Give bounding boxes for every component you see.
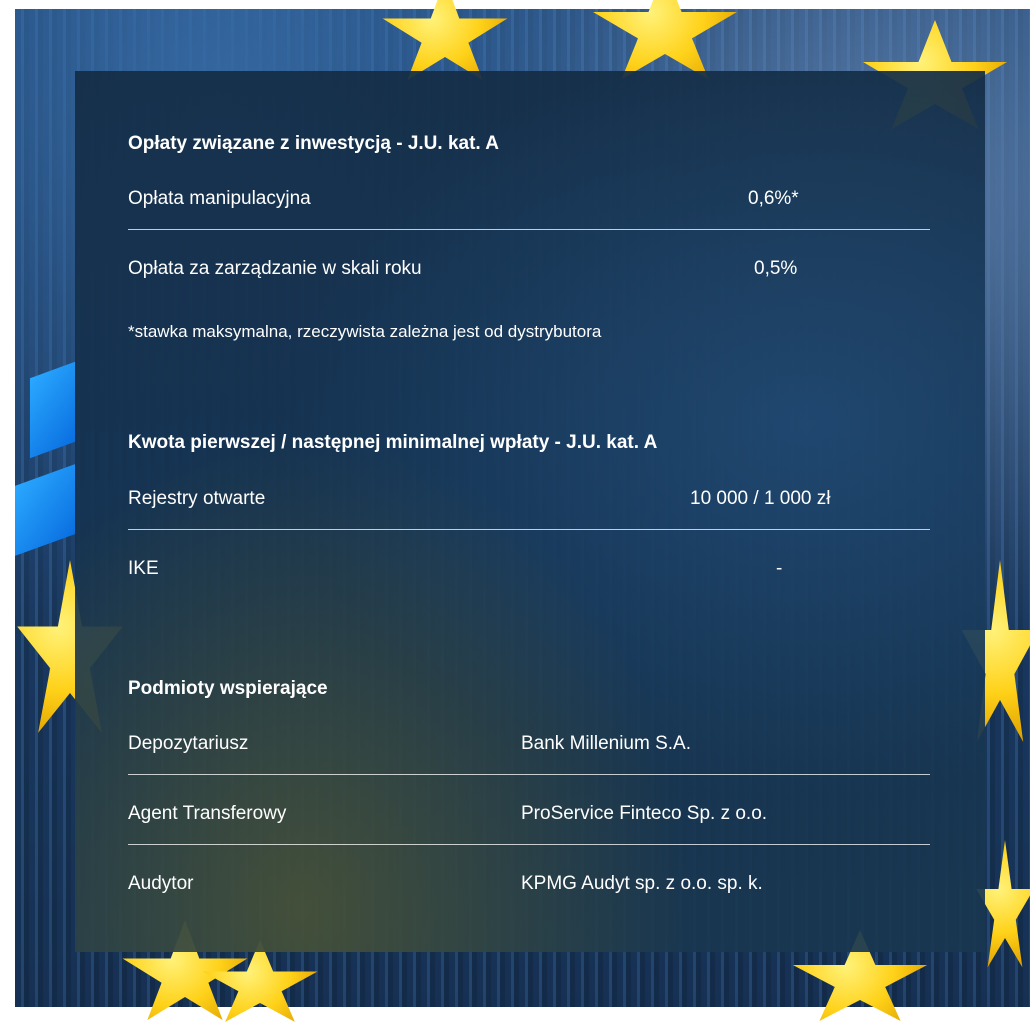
- entity-value: ProService Finteco Sp. z o.o.: [521, 803, 768, 824]
- fee-label: Opłata za zarządzanie w skali roku: [128, 258, 422, 279]
- entity-row-depositary: Depozytariusz Bank Millenium S.A.: [128, 712, 930, 782]
- fee-row-handling: Opłata manipulacyjna 0,6%*: [128, 167, 930, 237]
- payment-label: Rejestry otwarte: [128, 488, 266, 509]
- entity-label: Depozytariusz: [128, 733, 249, 754]
- entity-row-transfer-agent: Agent Transferowy ProService Finteco Sp.…: [128, 782, 930, 852]
- payment-row-open-registers: Rejestry otwarte 10 000 / 1 000 zł: [128, 467, 930, 537]
- entity-value: Bank Millenium S.A.: [521, 733, 692, 754]
- payment-value: -: [776, 558, 783, 579]
- row-divider: [128, 529, 930, 530]
- fee-footnote: *stawka maksymalna, rzeczywista zależna …: [128, 322, 602, 341]
- fee-value: 0,5%: [754, 258, 798, 279]
- fee-row-management: Opłata za zarządzanie w skali roku 0,5%: [128, 237, 930, 307]
- entity-label: Agent Transferowy: [128, 803, 287, 824]
- payments-section-title: Kwota pierwszej / następnej minimalnej w…: [128, 432, 658, 453]
- fees-section-title: Opłaty związane z inwestycją - J.U. kat.…: [128, 133, 499, 154]
- payment-label: IKE: [128, 558, 159, 579]
- entity-row-auditor: Audytor KPMG Audyt sp. z o.o. sp. k.: [128, 852, 930, 922]
- fee-value: 0,6%*: [748, 188, 799, 209]
- fee-label: Opłata manipulacyjna: [128, 188, 311, 209]
- row-divider: [128, 229, 930, 230]
- payment-value: 10 000 / 1 000 zł: [690, 488, 831, 509]
- euro-sign-fragment: [30, 361, 75, 459]
- payment-row-ike: IKE -: [128, 537, 930, 607]
- row-divider: [128, 774, 930, 775]
- entities-section-title: Podmioty wspierające: [128, 678, 328, 699]
- entity-label: Audytor: [128, 873, 194, 894]
- entity-value: KPMG Audyt sp. z o.o. sp. k.: [521, 873, 763, 894]
- row-divider: [128, 844, 930, 845]
- fund-info-panel: Opłaty związane z inwestycją - J.U. kat.…: [75, 71, 985, 952]
